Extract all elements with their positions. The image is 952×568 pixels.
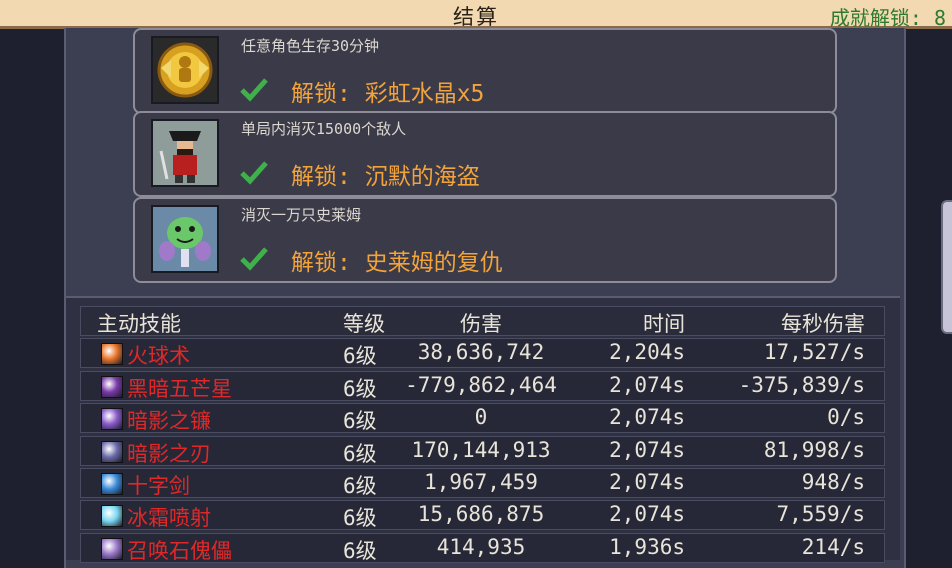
- table-header: 主动技能 等级 伤害 时间 每秒伤害: [80, 306, 885, 336]
- achievement-reward: 解锁: 沉默的海盗: [291, 164, 480, 190]
- skill-name: 暗影之镰: [127, 409, 211, 434]
- fireball-icon: [101, 343, 123, 366]
- skill-name: 冰霜喷射: [127, 506, 211, 531]
- achievement-reward: 解锁: 史莱姆的复仇: [291, 250, 503, 276]
- checkmark-icon: [240, 247, 268, 271]
- skill-level: 6级: [343, 441, 377, 466]
- col-skill-header: 主动技能: [97, 312, 181, 336]
- col-damage-header: 伤害: [460, 312, 502, 336]
- title-bar: 结算 成就解锁: 8: [0, 0, 952, 30]
- skill-damage: 1,967,459: [424, 469, 538, 494]
- skill-damage: 15,686,875: [417, 502, 545, 527]
- skill-level: 6级: [343, 376, 377, 401]
- table-row: 十字剑 6级 1,967,459 2,074s 948/s: [80, 467, 885, 498]
- skill-level: 6级: [343, 538, 377, 563]
- skill-damage: 0: [474, 405, 488, 430]
- skill-time: 2,204s: [609, 340, 685, 365]
- achievement-count: 成就解锁: 8: [829, 6, 946, 30]
- scroll-handle[interactable]: [941, 200, 952, 334]
- skill-dps: 81,998/s: [763, 437, 865, 462]
- skill-damage: -779,862,464: [405, 372, 557, 397]
- skill-damage: 170,144,913: [411, 437, 551, 462]
- skill-time: 2,074s: [609, 502, 685, 527]
- achievement-desc: 任意角色生存30分钟: [241, 37, 380, 55]
- checkmark-icon: [240, 78, 268, 102]
- table-row: 召唤石傀儡 6级 414,935 1,936s 214/s: [80, 532, 885, 563]
- cross-sword-icon: [101, 472, 123, 495]
- col-level-header: 等级: [343, 312, 385, 336]
- skill-name: 黑暗五芒星: [127, 376, 232, 401]
- gold-angel-medal-icon: [151, 36, 219, 104]
- achievement-desc: 消灭一万只史莱姆: [241, 206, 362, 224]
- skill-dps: 0/s: [827, 405, 865, 430]
- achievement-card: 任意角色生存30分钟 解锁: 彩虹水晶x5: [133, 28, 837, 114]
- skill-damage: 414,935: [436, 534, 526, 559]
- table-row: 暗影之刃 6级 170,144,913 2,074s 81,998/s: [80, 435, 885, 466]
- skill-dps: -375,839/s: [738, 372, 865, 397]
- skill-time: 2,074s: [609, 372, 685, 397]
- skill-dps: 948/s: [801, 469, 865, 494]
- table-row: 火球术 6级 38,636,742 2,204s 17,527/s: [80, 338, 885, 369]
- achievement-reward: 解锁: 彩虹水晶x5: [291, 81, 485, 107]
- skill-level: 6级: [343, 473, 377, 498]
- skill-time: 2,074s: [609, 437, 685, 462]
- slime-monster-icon: [151, 205, 219, 273]
- skill-name: 火球术: [127, 344, 190, 369]
- skill-name: 暗影之刃: [127, 441, 211, 466]
- skill-time: 2,074s: [609, 405, 685, 430]
- pirate-character-icon: [151, 119, 219, 187]
- page-title: 结算: [453, 5, 499, 29]
- frost-spray-icon: [101, 505, 123, 528]
- skill-level: 6级: [343, 344, 377, 369]
- skill-time: 2,074s: [609, 469, 685, 494]
- col-dps-header: 每秒伤害: [781, 312, 865, 336]
- col-time-header: 时间: [643, 312, 685, 336]
- skill-level: 6级: [343, 506, 377, 531]
- shadow-scythe-icon: [101, 408, 123, 431]
- summon-golem-icon: [101, 537, 123, 560]
- table-row: 黑暗五芒星 6级 -779,862,464 2,074s -375,839/s: [80, 370, 885, 401]
- skill-name: 十字剑: [127, 473, 190, 498]
- skill-dps: 214/s: [801, 534, 865, 559]
- skill-time: 1,936s: [609, 534, 685, 559]
- table-row: 暗影之镰 6级 0 2,074s 0/s: [80, 403, 885, 434]
- skill-name: 召唤石傀儡: [127, 538, 232, 563]
- skill-dps: 7,559/s: [776, 502, 865, 527]
- shadow-blade-icon: [101, 440, 123, 463]
- achievement-desc: 单局内消灭15000个敌人: [241, 120, 407, 138]
- skill-stats-table: 主动技能 等级 伤害 时间 每秒伤害 火球术 6级 38,636,742 2,204s…: [80, 306, 885, 565]
- skill-damage: 38,636,742: [417, 340, 545, 365]
- skill-level: 6级: [343, 409, 377, 434]
- table-row: 冰霜喷射 6级 15,686,875 2,074s 7,559/s: [80, 500, 885, 531]
- checkmark-icon: [240, 161, 268, 185]
- achievement-card: 消灭一万只史莱姆 解锁: 史莱姆的复仇: [133, 197, 837, 283]
- dark-pentagram-icon: [101, 375, 123, 398]
- skill-dps: 17,527/s: [763, 340, 865, 365]
- achievement-card: 单局内消灭15000个敌人 解锁: 沉默的海盗: [133, 111, 837, 197]
